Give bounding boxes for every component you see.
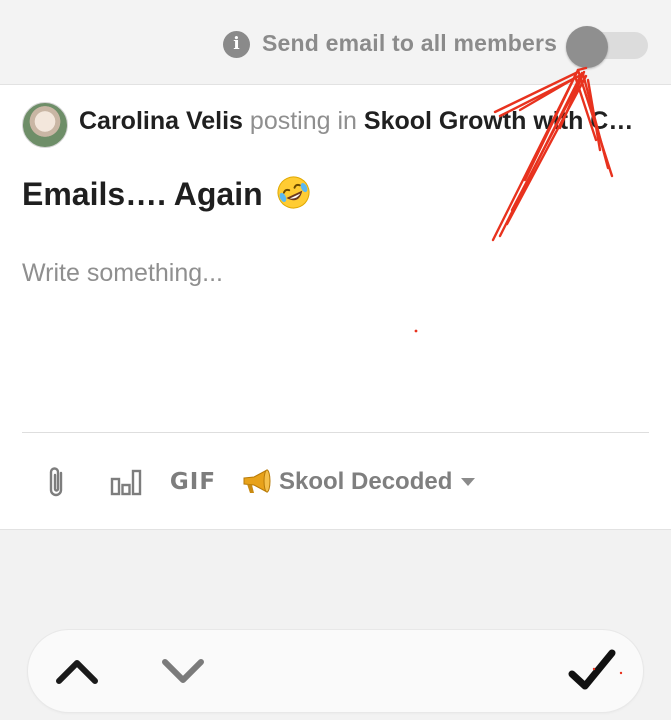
post-header-bar: i Send email to all members [0,0,671,85]
chevron-down-icon [162,659,204,683]
caret-down-icon [461,478,476,486]
post-composer: Carolina Velis posting in Skool Growth w… [0,85,671,530]
attach-button[interactable] [43,463,71,501]
author-name: Carolina Velis [79,107,243,135]
send-email-toggle[interactable] [566,26,650,68]
megaphone-icon [243,469,271,493]
post-body-input[interactable] [22,259,642,409]
toggle-knob [566,26,608,68]
done-button[interactable] [566,644,618,698]
info-icon[interactable]: i [223,31,250,58]
category-label: Skool Decoded [279,468,453,495]
send-email-label: Send email to all members [262,30,558,56]
next-field-button[interactable] [158,649,208,693]
toolbar-divider [22,432,649,433]
previous-field-button[interactable] [52,649,102,693]
group-name[interactable]: Skool Growth with C… [364,107,633,135]
posting-in-text: posting in [249,107,357,135]
rolling-laughing-emoji-icon [277,176,310,209]
checkmark-icon [568,649,616,690]
poll-button[interactable] [109,463,143,501]
author-line: Carolina Velis posting in Skool Growth w… [79,107,649,136]
chevron-up-icon [56,660,98,684]
gif-button[interactable]: GIF [170,463,216,501]
category-selector[interactable]: Skool Decoded [240,463,476,501]
avatar [22,102,68,148]
post-title-field[interactable]: Emails…. Again [22,175,311,213]
keyboard-accessory-bar [28,630,643,712]
poll-icon [110,469,142,496]
gif-label: GIF [169,469,217,495]
paperclip-icon [49,467,63,497]
post-title: Emails…. Again [22,176,263,212]
